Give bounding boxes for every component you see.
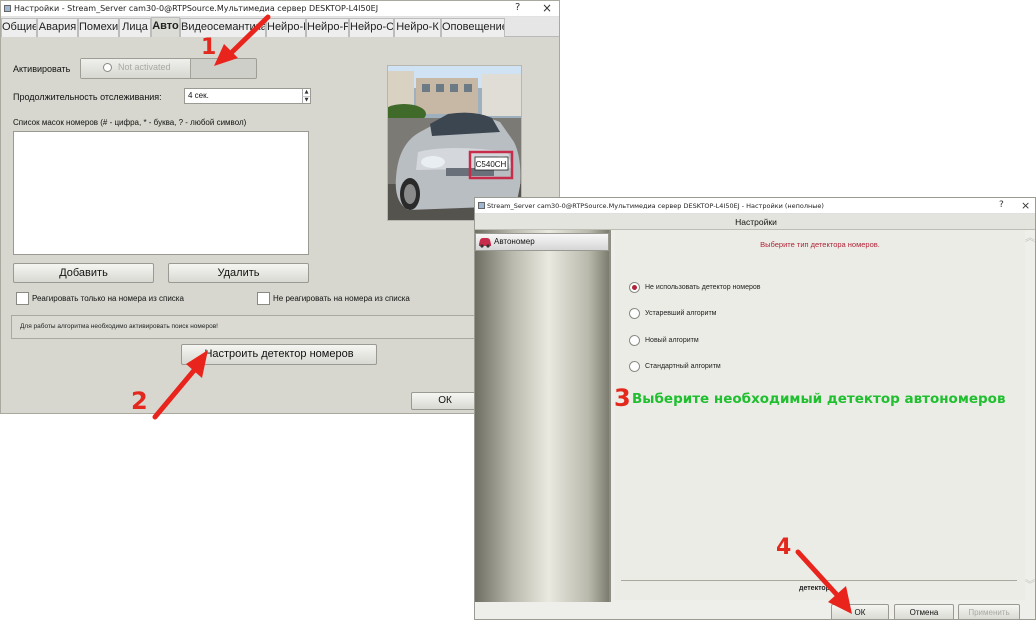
scroll-up-icon[interactable]: ︽ [1025, 234, 1035, 244]
spin-up-icon[interactable]: ▲ [302, 89, 310, 96]
tab-bar: Общие Авария Помехи Лица Авто Видеосеман… [1, 17, 559, 37]
car-icon [479, 238, 491, 248]
tab-faces[interactable]: Лица [119, 18, 151, 37]
window2-titlebar: Stream_Server cam30-0@RTPSource.Мультиме… [475, 198, 1035, 214]
activate-state: Not activated [118, 62, 171, 72]
configure-detector-button[interactable]: Настроить детектор номеров [181, 344, 377, 365]
tab-general[interactable]: Общие [1, 18, 37, 37]
close-icon[interactable]: × [542, 1, 552, 15]
add-button[interactable]: Добавить [13, 263, 154, 283]
detector-bottom-label: детектор [799, 585, 830, 592]
apply-button[interactable]: Применить [958, 604, 1020, 619]
not-list-checkbox[interactable] [257, 292, 270, 305]
sidebar-item-label: Автономер [494, 237, 535, 246]
tab-neuro-s[interactable]: Нейро-С [349, 18, 394, 37]
step-2-number: 2 [131, 387, 148, 415]
detector-settings-window: Stream_Server cam30-0@RTPSource.Мультиме… [474, 197, 1036, 620]
window1-title: Настройки - Stream_Server cam30-0@RTPSou… [14, 4, 379, 13]
app-icon [4, 5, 11, 12]
not-list-label: Не реагировать на номера из списка [273, 294, 410, 303]
ok-button[interactable]: ОК [411, 392, 479, 410]
tracking-label: Продолжительность отслеживания: [13, 92, 162, 102]
tab-interference[interactable]: Помехи [78, 18, 119, 37]
activate-radio-icon [103, 63, 112, 72]
settings-header: Настройки [475, 214, 1035, 230]
option-legacy-label: Устаревший алгоритм [645, 310, 717, 317]
tab-neuro-r[interactable]: Нейро-Р [306, 18, 349, 37]
tracking-spinbox[interactable]: 4 сек. ▲ ▼ [184, 88, 311, 104]
window2-title: Stream_Server cam30-0@RTPSource.Мультиме… [487, 202, 824, 210]
radio-new[interactable] [629, 335, 640, 346]
sidebar-item-autonumber[interactable]: Автономер [475, 233, 609, 251]
activate-toggle[interactable]: Not activated [80, 58, 257, 79]
only-list-checkbox[interactable] [16, 292, 29, 305]
tab-neuro-b[interactable]: Нейро-Б [266, 18, 306, 37]
mask-list-label: Список масок номеров (# - цифра, * - бук… [13, 118, 247, 127]
close-icon[interactable]: × [1021, 199, 1030, 212]
help-icon[interactable]: ? [515, 2, 520, 13]
window1-titlebar: Настройки - Stream_Server cam30-0@RTPSou… [1, 1, 559, 17]
help-icon[interactable]: ? [999, 200, 1004, 210]
activate-label: Активировать [13, 64, 71, 74]
info-text: Для работы алгоритма необходимо активиро… [20, 323, 218, 330]
tracking-value: 4 сек. [188, 91, 209, 100]
tab-neuro-k[interactable]: Нейро-К [394, 18, 441, 37]
mask-list[interactable] [13, 131, 309, 255]
detector-panel: Выберите тип детектора номеров. Не испол… [615, 230, 1025, 600]
plate-text: C540CH [476, 160, 507, 169]
cancel-button[interactable]: Отмена [894, 604, 954, 619]
option-new-label: Новый алгоритм [645, 337, 699, 344]
spin-down-icon[interactable]: ▼ [302, 96, 310, 103]
radio-standard[interactable] [629, 361, 640, 372]
step-3-number: 3 [614, 384, 631, 412]
radio-no-detector[interactable] [629, 282, 640, 293]
step-3-instruction: Выберите необходимый детектор автономеро… [632, 391, 1006, 407]
info-panel: Для работы алгоритма необходимо активиро… [11, 315, 475, 339]
detector-prompt: Выберите тип детектора номеров. [760, 240, 880, 249]
option-standard-label: Стандартный алгоритм [645, 363, 721, 370]
step-1-number: 1 [201, 35, 217, 60]
tab-notification[interactable]: Оповещение [441, 18, 505, 37]
radio-legacy[interactable] [629, 308, 640, 319]
bottom-divider [621, 580, 1017, 581]
app-icon [478, 202, 485, 209]
step-4-number: 4 [776, 535, 792, 560]
ok-button[interactable]: ОК [831, 604, 889, 619]
tab-videosemantics[interactable]: Видеосемантика [180, 18, 266, 37]
scroll-down-icon[interactable]: ︾ [1025, 581, 1035, 591]
tab-alarm[interactable]: Авария [37, 18, 78, 37]
settings-sidebar: Автономер [475, 230, 611, 602]
tab-auto[interactable]: Авто [151, 17, 180, 37]
delete-button[interactable]: Удалить [168, 263, 309, 283]
only-list-label: Реагировать только на номера из списка [32, 294, 184, 303]
option-no-detector-label: Не использовать детектор номеров [645, 284, 761, 291]
